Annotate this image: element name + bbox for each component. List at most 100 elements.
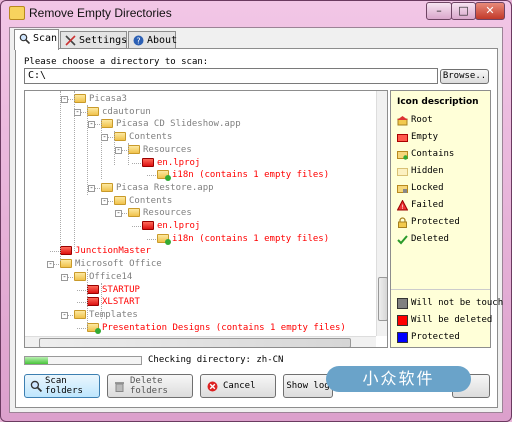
tree-connector: [132, 162, 141, 164]
folder-icon: [74, 94, 86, 103]
tree-horizontal-scrollbar[interactable]: [25, 336, 376, 347]
tree-guide-line: [128, 143, 129, 165]
cancel-button[interactable]: Cancel: [200, 374, 276, 398]
color-legend-not-touched-label: Will not be touch: [411, 298, 504, 308]
contains-badge-icon: [165, 175, 171, 182]
app-window: Remove Empty Directories – □ ✕ Scan Sett…: [0, 0, 512, 422]
folder-icon: [87, 106, 99, 116]
cancel-label: Cancel: [223, 381, 256, 391]
empty-folder-icon: [60, 246, 72, 256]
locked-folder-icon: [397, 185, 408, 193]
help-icon: ?: [133, 35, 144, 46]
lock-icon: [398, 217, 407, 228]
tree-connector: [147, 238, 156, 240]
scan-progress-bar: [24, 356, 142, 365]
vertical-scroll-thumb[interactable]: [378, 277, 387, 321]
svg-text:!: !: [401, 204, 403, 211]
tab-settings[interactable]: Settings: [60, 31, 127, 49]
folder-icon: [128, 144, 140, 154]
contains-folder-icon: [157, 170, 171, 182]
svg-text:?: ?: [136, 37, 140, 46]
empty-folder-icon: [397, 134, 408, 142]
collapse-toggle-icon[interactable]: -: [101, 197, 108, 205]
scan-folders-label: Scan folders: [45, 376, 83, 396]
tree-vertical-scrollbar[interactable]: [376, 91, 387, 336]
empty-folder-icon: [142, 157, 154, 167]
tree-connector: [132, 226, 141, 227]
tab-about[interactable]: ? About: [128, 31, 177, 49]
progress-fill: [25, 357, 49, 364]
tree-node-label: Resources: [143, 208, 192, 219]
magnifier-icon: [30, 380, 42, 392]
collapse-toggle-icon[interactable]: -: [101, 134, 108, 142]
tree-node-label: Picasa CD Slideshow.app: [116, 119, 241, 130]
tree-connector: [147, 175, 156, 177]
folder-app-icon: [9, 6, 25, 20]
tab-scan[interactable]: Scan: [14, 29, 59, 50]
collapse-toggle-icon[interactable]: -: [47, 261, 54, 269]
tools-icon: [65, 35, 76, 46]
red-swatch: [397, 315, 408, 326]
tree-guide-line: [87, 269, 88, 329]
collapse-toggle-icon[interactable]: -: [88, 121, 95, 129]
icon-description-title: Icon description: [397, 97, 479, 107]
tree-guide-line: [101, 283, 102, 319]
empty-folder-icon: [87, 284, 99, 294]
tree-node-label: Picasa3: [89, 94, 127, 104]
collapse-toggle-icon[interactable]: -: [61, 311, 68, 319]
title-bar[interactable]: Remove Empty Directories – □ ✕: [1, 1, 511, 25]
close-button[interactable]: ✕: [475, 2, 505, 20]
tree-node-label: Presentation Designs (contains 1 empty f…: [102, 322, 346, 333]
collapse-toggle-icon[interactable]: -: [61, 273, 68, 281]
collapse-toggle-icon[interactable]: -: [115, 210, 122, 218]
magnifier-icon: [19, 33, 30, 44]
status-text: Checking directory: zh-CN: [148, 355, 284, 365]
folder-icon: [128, 208, 140, 218]
maximize-button[interactable]: □: [451, 2, 476, 20]
tab-settings-label: Settings: [79, 35, 128, 46]
tree-node-label: Templates: [89, 309, 138, 320]
empty-folder-icon: [142, 221, 154, 230]
tree-node-label: STARTUP: [102, 284, 140, 295]
tree-node-label: i18n (contains 1 empty files): [172, 170, 330, 181]
delete-folders-label: Delete folders: [130, 376, 168, 396]
tree-connector: [50, 251, 59, 253]
delete-folders-button[interactable]: Delete folders: [107, 374, 193, 398]
watermark-badge: 小众软件: [326, 366, 471, 392]
hidden-folder-icon: [397, 168, 408, 176]
tree-node-label: Picasa Restore.app: [116, 182, 214, 193]
collapse-toggle-icon[interactable]: -: [61, 96, 68, 103]
horizontal-scroll-thumb[interactable]: [39, 338, 351, 347]
folder-icon: [101, 119, 113, 129]
directory-path-input[interactable]: C:\: [24, 68, 438, 84]
tree-guide-line: [74, 91, 75, 251]
blue-swatch: [397, 332, 408, 343]
folder-icon: [74, 271, 86, 281]
directory-tree: Picasa3- cdautorun - Picasa CD Slideshow.ap…: [24, 90, 388, 348]
legend-divider: [391, 289, 490, 290]
tree-node-label: Contents: [129, 132, 173, 143]
browse-button[interactable]: Browse..: [440, 69, 489, 84]
folder-icon: [74, 309, 86, 319]
collapse-toggle-icon[interactable]: -: [74, 108, 81, 116]
trash-icon: [115, 382, 124, 392]
folder-icon: [60, 259, 72, 269]
main-client-area: Scan Settings ? About Please choose a di…: [9, 27, 503, 413]
scan-folders-button[interactable]: Scan folders: [24, 374, 100, 398]
legend-root-label: Root: [411, 115, 433, 125]
tree-guide-line: [87, 105, 88, 195]
legend-protected-label: Protected: [411, 217, 460, 227]
tree-node-label: i18n (contains 1 empty files): [172, 233, 330, 244]
icon-description-panel: Icon description Root Empty Contains Hid…: [390, 90, 503, 348]
tab-scan-label: Scan: [33, 33, 58, 44]
root-icon: [397, 116, 408, 126]
folder-icon: [114, 195, 126, 205]
tree-node-label: en.lproj: [157, 221, 201, 231]
tree-guide-line: [60, 91, 61, 261]
tree-node-label: JunctionMaster: [75, 246, 151, 257]
tree-node-label: Microsoft Office: [75, 259, 162, 270]
collapse-toggle-icon[interactable]: -: [115, 146, 122, 154]
cancel-icon: [207, 381, 218, 392]
collapse-toggle-icon[interactable]: -: [88, 184, 95, 192]
minimize-button[interactable]: –: [426, 2, 452, 20]
